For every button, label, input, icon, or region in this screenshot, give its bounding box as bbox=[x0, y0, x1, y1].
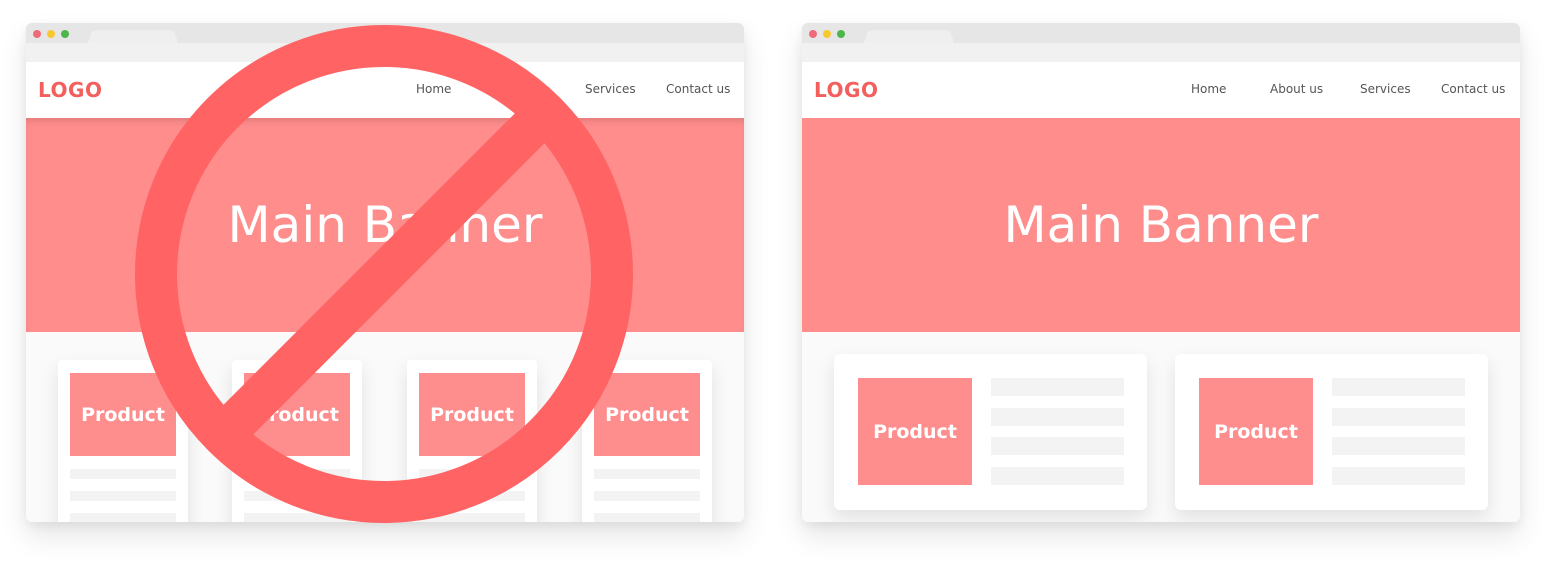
good-layout-browser-mockup: LOGO Home About us Services Contact us M… bbox=[802, 23, 1520, 522]
text-placeholder-line bbox=[1332, 408, 1465, 426]
browser-address-bar[interactable] bbox=[802, 43, 1520, 62]
text-placeholder-line bbox=[70, 469, 176, 479]
browser-tab-bar bbox=[26, 23, 744, 43]
site-navbar: LOGO Home About us Services Contact us bbox=[802, 62, 1520, 118]
product-card[interactable]: Product bbox=[834, 354, 1147, 510]
close-window-dot-icon[interactable] bbox=[809, 30, 817, 38]
text-placeholder-line bbox=[1332, 467, 1465, 485]
product-list: Product Product bbox=[802, 332, 1520, 522]
browser-tab[interactable] bbox=[88, 30, 178, 43]
minimize-window-dot-icon[interactable] bbox=[47, 30, 55, 38]
maximize-window-dot-icon[interactable] bbox=[61, 30, 69, 38]
product-image: Product bbox=[594, 373, 700, 456]
close-window-dot-icon[interactable] bbox=[33, 30, 41, 38]
text-placeholder-line bbox=[419, 513, 525, 522]
text-placeholder-line bbox=[70, 491, 176, 501]
site-logo[interactable]: LOGO bbox=[38, 78, 102, 102]
browser-tab-bar bbox=[802, 23, 1520, 43]
product-image: Product bbox=[858, 378, 972, 485]
text-placeholder-line bbox=[594, 469, 700, 479]
text-placeholder-line bbox=[419, 491, 525, 501]
product-image: Product bbox=[419, 373, 525, 456]
text-placeholder-line bbox=[594, 513, 700, 522]
text-placeholder-line bbox=[991, 437, 1124, 455]
nav-link-contact[interactable]: Contact us bbox=[666, 82, 730, 96]
text-placeholder-line bbox=[244, 469, 350, 479]
nav-link-services[interactable]: Services bbox=[585, 82, 636, 96]
text-placeholder-line bbox=[991, 467, 1124, 485]
text-placeholder-line bbox=[244, 491, 350, 501]
bad-layout-browser-mockup: LOGO Home Services Contact us Main Banne… bbox=[26, 23, 744, 522]
text-placeholder-line bbox=[1332, 378, 1465, 396]
text-placeholder-line bbox=[244, 513, 350, 522]
banner-title: Main Banner bbox=[1003, 196, 1319, 254]
minimize-window-dot-icon[interactable] bbox=[823, 30, 831, 38]
product-card[interactable]: Product bbox=[407, 360, 537, 522]
product-grid: Product Product Product Product bbox=[26, 332, 744, 522]
main-banner: Main Banner bbox=[26, 118, 744, 332]
maximize-window-dot-icon[interactable] bbox=[837, 30, 845, 38]
nav-link-home[interactable]: Home bbox=[416, 82, 451, 96]
product-image: Product bbox=[244, 373, 350, 456]
nav-link-home[interactable]: Home bbox=[1191, 82, 1226, 96]
browser-address-bar[interactable] bbox=[26, 43, 744, 62]
banner-title: Main Banner bbox=[227, 196, 543, 254]
text-placeholder-line bbox=[594, 491, 700, 501]
product-card[interactable]: Product bbox=[232, 360, 362, 522]
text-placeholder-line bbox=[419, 469, 525, 479]
product-image: Product bbox=[1199, 378, 1313, 485]
browser-tab[interactable] bbox=[864, 30, 954, 43]
site-navbar: LOGO Home Services Contact us bbox=[26, 62, 744, 118]
product-card[interactable]: Product bbox=[582, 360, 712, 522]
nav-link-services[interactable]: Services bbox=[1360, 82, 1411, 96]
main-banner: Main Banner bbox=[802, 118, 1520, 332]
text-placeholder-line bbox=[991, 408, 1124, 426]
product-card[interactable]: Product bbox=[1175, 354, 1488, 510]
nav-link-about[interactable]: About us bbox=[1270, 82, 1323, 96]
site-logo[interactable]: LOGO bbox=[814, 78, 878, 102]
product-image: Product bbox=[70, 373, 176, 456]
nav-link-contact[interactable]: Contact us bbox=[1441, 82, 1505, 96]
text-placeholder-line bbox=[70, 513, 176, 522]
text-placeholder-line bbox=[991, 378, 1124, 396]
text-placeholder-line bbox=[1332, 437, 1465, 455]
product-card[interactable]: Product bbox=[58, 360, 188, 522]
